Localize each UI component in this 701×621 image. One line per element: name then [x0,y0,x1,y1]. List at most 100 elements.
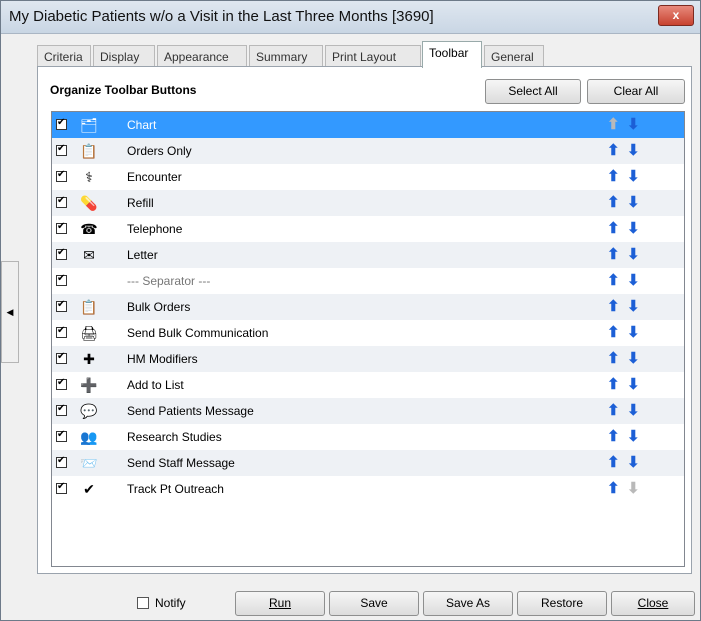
move-up-arrow-icon[interactable]: ⬆ [607,428,620,446]
move-down-arrow-icon[interactable]: ⬇ [627,376,640,394]
list-item[interactable]: ✚ HM Modifiers ⬆ ⬇ [52,346,684,372]
item-checkbox[interactable] [56,299,67,312]
clear-all-button[interactable]: Clear All [587,79,685,104]
move-up-arrow-icon[interactable]: ⬆ [607,168,620,186]
list-item[interactable]: ✔ Track Pt Outreach ⬆ ⬇ [52,476,684,502]
item-checkbox[interactable] [56,455,67,468]
item-label: HM Modifiers [127,352,198,366]
move-down-arrow-icon[interactable]: ⬇ [627,116,640,134]
item-checkbox[interactable] [56,325,67,338]
list-item[interactable]: 📋 Bulk Orders ⬆ ⬇ [52,294,684,320]
list-item[interactable]: 📋 Orders Only ⬆ ⬇ [52,138,684,164]
stethoscope-icon: ⚕ [85,169,93,185]
move-up-arrow-icon[interactable]: ⬆ [607,246,620,264]
list-item[interactable]: 👥 Research Studies ⬆ ⬇ [52,424,684,450]
move-down-arrow-icon[interactable]: ⬇ [627,324,640,342]
item-checkbox[interactable] [56,351,67,364]
notify-checkbox-box[interactable] [137,597,149,609]
dialog-window: My Diabetic Patients w/o a Visit in the … [0,0,701,621]
move-up-arrow-icon[interactable]: ⬆ [607,480,620,498]
tab-summary[interactable]: Summary [249,45,323,67]
move-down-arrow-icon[interactable]: ⬇ [627,428,640,446]
save-as-button[interactable]: Save As [423,591,513,616]
toolbar-button-list[interactable]: 🗂 Chart ⬆ ⬇ 📋 Orders Only ⬆ ⬇ ⚕ Encounter ⬆ ⬇ 💊 Refil… [51,111,685,567]
restore-label: Restore [540,596,584,610]
item-checkbox[interactable] [56,143,67,156]
move-up-arrow-icon[interactable]: ⬆ [607,324,620,342]
move-down-arrow-icon[interactable]: ⬇ [627,220,640,238]
item-checkbox[interactable] [56,221,67,234]
item-label: Refill [127,196,154,210]
list-item[interactable]: 💊 Refill ⬆ ⬇ [52,190,684,216]
add-to-list-icon: ➕ [80,377,98,393]
move-down-arrow-icon[interactable]: ⬇ [627,402,640,420]
close-window-button[interactable]: x [658,5,694,26]
item-label: Orders Only [127,144,192,158]
window-title: My Diabetic Patients w/o a Visit in the … [9,8,434,25]
staff-message-icon: 📨 [80,455,98,471]
item-label: Add to List [127,378,184,392]
move-up-arrow-icon[interactable]: ⬆ [607,350,620,368]
move-up-arrow-icon[interactable]: ⬆ [607,272,620,290]
move-down-arrow-icon: ⬇ [627,480,640,497]
list-item[interactable]: 🖨 Send Bulk Communication ⬆ ⬇ [52,320,684,346]
move-down-arrow-icon[interactable]: ⬇ [627,350,640,368]
move-down-arrow-icon[interactable]: ⬇ [627,246,640,264]
move-up-arrow-icon[interactable]: ⬆ [607,298,620,316]
close-label: Close [637,596,669,610]
notify-label: Notify [155,596,186,610]
move-down-arrow-icon[interactable]: ⬇ [627,194,640,212]
tab-print-layout[interactable]: Print Layout [325,45,421,67]
panel-title: Organize Toolbar Buttons [50,83,197,97]
list-item[interactable]: ☎ Telephone ⬆ ⬇ [52,216,684,242]
item-checkbox[interactable] [56,273,67,286]
list-item[interactable]: ✉ Letter ⬆ ⬇ [52,242,684,268]
bulk-orders-icon: 📋 [80,299,98,315]
move-down-arrow-icon[interactable]: ⬇ [627,142,640,160]
move-up-arrow-icon[interactable]: ⬆ [607,454,620,472]
list-item[interactable]: 💬 Send Patients Message ⬆ ⬇ [52,398,684,424]
tab-display[interactable]: Display [93,45,155,67]
item-checkbox[interactable] [56,481,67,494]
refill-icon: 💊 [80,195,98,211]
title-bar: My Diabetic Patients w/o a Visit in the … [1,1,700,34]
close-button[interactable]: Close [611,591,695,616]
move-down-arrow-icon[interactable]: ⬇ [627,454,640,472]
item-checkbox[interactable] [56,117,67,130]
list-item[interactable]: ⚕ Encounter ⬆ ⬇ [52,164,684,190]
run-button[interactable]: Run [235,591,325,616]
item-checkbox[interactable] [56,247,67,260]
item-label: Chart [127,118,157,132]
toolbar-panel: Organize Toolbar Buttons Select All Clea… [37,66,692,574]
item-label: Research Studies [127,430,222,444]
tab-criteria[interactable]: Criteria [37,45,91,67]
item-checkbox[interactable] [56,195,67,208]
move-up-arrow-icon[interactable]: ⬆ [607,402,620,420]
list-item[interactable]: 🗂 Chart ⬆ ⬇ [52,112,684,138]
move-up-arrow-icon[interactable]: ⬆ [607,194,620,212]
tab-general[interactable]: General [484,45,544,67]
move-up-arrow-icon[interactable]: ⬆ [607,142,620,160]
collapse-side-panel-button[interactable]: ◀ [1,261,19,363]
list-item[interactable]: 📨 Send Staff Message ⬆ ⬇ [52,450,684,476]
tab-toolbar[interactable]: Toolbar [422,41,482,68]
restore-button[interactable]: Restore [517,591,607,616]
item-checkbox[interactable] [56,377,67,390]
item-label: Send Patients Message [127,404,254,418]
move-down-arrow-icon[interactable]: ⬇ [627,298,640,316]
move-down-arrow-icon[interactable]: ⬇ [627,168,640,186]
list-item[interactable]: --- Separator --- ⬆ ⬇ [52,268,684,294]
move-up-arrow-icon[interactable]: ⬆ [607,376,620,394]
orders-clipboard-icon: 📋 [80,143,98,159]
save-button[interactable]: Save [329,591,419,616]
list-item[interactable]: ➕ Add to List ⬆ ⬇ [52,372,684,398]
item-checkbox[interactable] [56,169,67,182]
item-checkbox[interactable] [56,403,67,416]
save-label: Save [360,596,388,610]
item-checkbox[interactable] [56,429,67,442]
tab-appearance[interactable]: Appearance [157,45,247,67]
select-all-button[interactable]: Select All [485,79,581,104]
move-down-arrow-icon[interactable]: ⬇ [627,272,640,290]
item-label: Send Staff Message [127,456,235,470]
move-up-arrow-icon[interactable]: ⬆ [607,220,620,238]
